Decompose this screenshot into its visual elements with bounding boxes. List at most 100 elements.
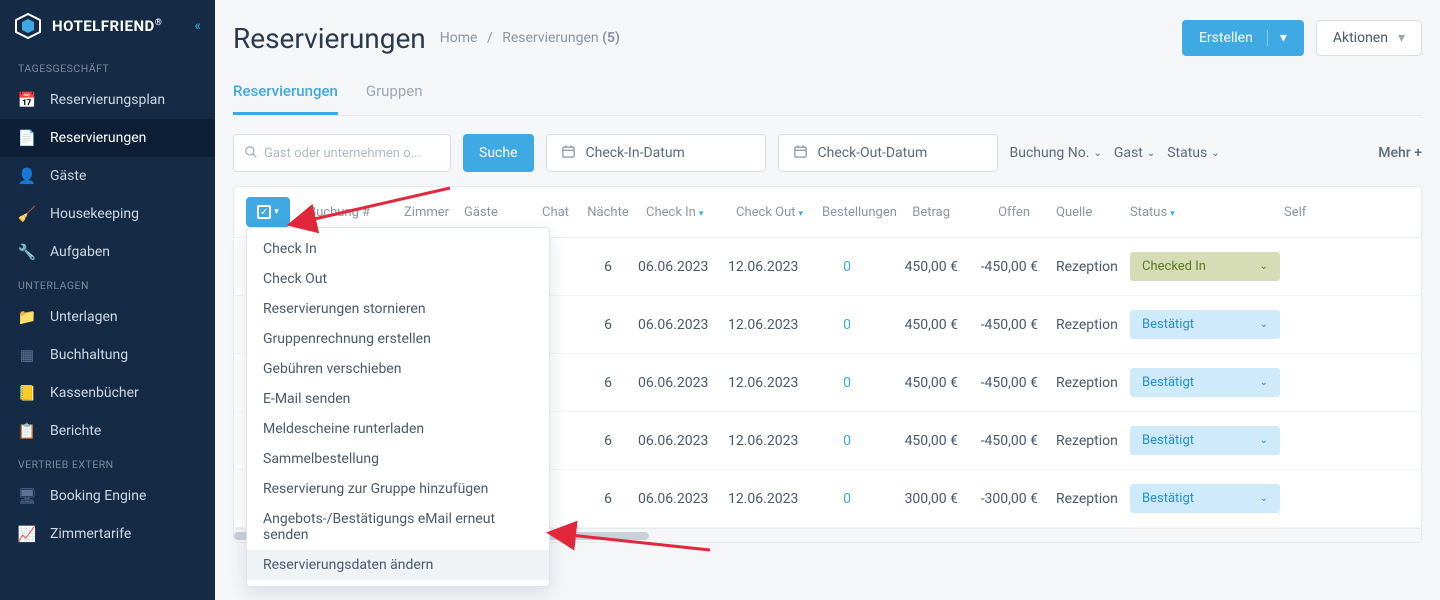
logo-icon bbox=[14, 12, 42, 40]
status-badge[interactable]: Checked In⌄ bbox=[1130, 252, 1280, 281]
th-chat[interactable]: Chat bbox=[534, 205, 578, 220]
th-booking[interactable]: Buchung # bbox=[300, 205, 396, 220]
filter-booking-no[interactable]: Buchung No.⌄ bbox=[1010, 145, 1102, 161]
sidebar-item-label: Berichte bbox=[50, 423, 101, 439]
cell-open: -450,00 € bbox=[958, 317, 1038, 333]
sidebar-item-label: Booking Engine bbox=[50, 488, 146, 504]
status-badge[interactable]: Bestätigt⌄ bbox=[1130, 368, 1280, 397]
sidebar-item-housekeeping[interactable]: 🧹 Housekeeping bbox=[0, 195, 215, 233]
sidebar-item-zimmertarife[interactable]: 📈Zimmertarife bbox=[0, 515, 215, 553]
chevron-down-icon: ⌄ bbox=[1260, 435, 1268, 446]
cell-amount: 450,00 € bbox=[880, 317, 958, 333]
page-title: Reservierungen bbox=[233, 22, 426, 55]
book-icon: 📒 bbox=[18, 384, 36, 402]
search-input-wrapper bbox=[233, 134, 451, 172]
calendar-icon bbox=[561, 144, 576, 163]
sidebar-item-aufgaben[interactable]: 🔧Aufgaben bbox=[0, 233, 215, 271]
tabs: Reservierungen Gruppen bbox=[233, 72, 1422, 116]
broom-icon: 🧹 bbox=[18, 205, 36, 223]
breadcrumb-home[interactable]: Home bbox=[440, 30, 478, 46]
bulk-action-item[interactable]: Sammelbestellung bbox=[247, 444, 549, 474]
th-checkin[interactable]: Check In bbox=[638, 205, 728, 220]
th-source[interactable]: Quelle bbox=[1038, 205, 1116, 220]
th-room[interactable]: Zimmer bbox=[396, 205, 456, 220]
th-guests[interactable]: Gäste bbox=[456, 205, 534, 220]
sidebar: HOTELFRIEND® « TAGESGESCHÄFT📅Reservierun… bbox=[0, 0, 215, 600]
cell-orders: 0 bbox=[814, 491, 880, 507]
filter-guest[interactable]: Gast⌄ bbox=[1114, 145, 1155, 161]
cell-orders: 0 bbox=[814, 317, 880, 333]
cell-source: Rezeption bbox=[1038, 491, 1116, 507]
th-nights[interactable]: Nächte bbox=[578, 205, 638, 220]
folder-icon: 📁 bbox=[18, 308, 36, 326]
cell-orders: 0 bbox=[814, 433, 880, 449]
chevron-down-icon: ▾ bbox=[1267, 30, 1287, 46]
page-header: Reservierungen Home / Reservierungen (5)… bbox=[233, 0, 1422, 64]
sidebar-item-label: Housekeeping bbox=[50, 206, 139, 222]
th-open[interactable]: Offen bbox=[958, 205, 1038, 220]
cell-amount: 450,00 € bbox=[880, 259, 958, 275]
cell-checkout: 12.06.2023 bbox=[728, 491, 814, 507]
bulk-action-item[interactable]: Reservierungen stornieren bbox=[247, 294, 549, 324]
bulk-action-item[interactable]: Meldescheine runterladen bbox=[247, 414, 549, 444]
clipboard-icon: 📋 bbox=[18, 422, 36, 440]
cell-checkin: 06.06.2023 bbox=[638, 259, 728, 275]
cell-nights: 6 bbox=[578, 433, 638, 449]
select-all-dropdown[interactable]: ✓▾ bbox=[246, 197, 290, 227]
create-button[interactable]: Erstellen▾ bbox=[1182, 20, 1304, 56]
collapse-icon[interactable]: « bbox=[194, 18, 201, 34]
sidebar-item-buchhaltung[interactable]: ▦Buchhaltung bbox=[0, 336, 215, 374]
sidebar-item-kassenbücher[interactable]: 📒 Kassenbücher bbox=[0, 374, 215, 412]
bulk-action-item[interactable]: Angebots-/Bestätigungs eMail erneut send… bbox=[247, 504, 549, 550]
sidebar-item-reservierungsplan[interactable]: 📅Reservierungsplan bbox=[0, 81, 215, 119]
sidebar-item-berichte[interactable]: 📋 Berichte bbox=[0, 412, 215, 450]
checkout-date-filter[interactable]: Check-Out-Datum bbox=[778, 134, 998, 172]
cell-source: Rezeption bbox=[1038, 259, 1116, 275]
tab-reservierungen[interactable]: Reservierungen bbox=[233, 72, 338, 115]
chevron-down-icon: ⌄ bbox=[1260, 377, 1268, 388]
filter-more[interactable]: Mehr + bbox=[1378, 145, 1422, 161]
sidebar-item-label: Reservierungsplan bbox=[50, 92, 165, 108]
bulk-action-item[interactable]: Check Out bbox=[247, 264, 549, 294]
status-badge[interactable]: Bestätigt⌄ bbox=[1130, 484, 1280, 513]
breadcrumb: Home / Reservierungen (5) bbox=[440, 30, 620, 46]
th-checkout[interactable]: Check Out bbox=[728, 205, 814, 220]
bulk-action-item[interactable]: Check In bbox=[247, 234, 549, 264]
bulk-action-item[interactable]: Gruppenrechnung erstellen bbox=[247, 324, 549, 354]
sidebar-item-gäste[interactable]: 👤Gäste bbox=[0, 157, 215, 195]
bulk-actions-dropdown: Check InCheck OutReservierungen stornier… bbox=[246, 227, 550, 587]
cell-checkout: 12.06.2023 bbox=[728, 375, 814, 391]
reservations-table: ✓▾ Buchung # Zimmer Gäste Chat Nächte Ch… bbox=[233, 186, 1422, 543]
cell-checkin: 06.06.2023 bbox=[638, 491, 728, 507]
actions-button[interactable]: Aktionen▾ bbox=[1316, 20, 1422, 56]
logo[interactable]: HOTELFRIEND® « bbox=[0, 0, 215, 54]
cell-checkin: 06.06.2023 bbox=[638, 375, 728, 391]
sidebar-item-label: Reservierungen bbox=[50, 130, 146, 146]
status-badge[interactable]: Bestätigt⌄ bbox=[1130, 310, 1280, 339]
bulk-action-item[interactable]: E-Mail senden bbox=[247, 384, 549, 414]
th-amount[interactable]: Betrag bbox=[880, 205, 958, 220]
cell-nights: 6 bbox=[578, 491, 638, 507]
bulk-action-item[interactable]: Reservierungsdaten ändern bbox=[247, 550, 549, 580]
checkin-date-filter[interactable]: Check-In-Datum bbox=[546, 134, 766, 172]
bulk-action-item[interactable]: Reservierung zur Gruppe hinzufügen bbox=[247, 474, 549, 504]
th-status[interactable]: Status bbox=[1116, 205, 1276, 220]
sidebar-item-reservierungen[interactable]: 📄Reservierungen bbox=[0, 119, 215, 157]
sidebar-item-label: Kassenbücher bbox=[50, 385, 139, 401]
search-input[interactable] bbox=[264, 146, 440, 161]
sidebar-item-label: Gäste bbox=[50, 168, 86, 184]
search-button[interactable]: Suche bbox=[463, 134, 534, 172]
cell-open: -450,00 € bbox=[958, 375, 1038, 391]
status-badge[interactable]: Bestätigt⌄ bbox=[1130, 426, 1280, 455]
sidebar-section-header: TAGESGESCHÄFT bbox=[0, 54, 215, 81]
sidebar-item-unterlagen[interactable]: 📁 Unterlagen bbox=[0, 298, 215, 336]
sidebar-item-label: Unterlagen bbox=[50, 309, 118, 325]
tab-gruppen[interactable]: Gruppen bbox=[366, 72, 423, 115]
bulk-action-item[interactable]: Gebühren verschieben bbox=[247, 354, 549, 384]
th-orders[interactable]: Bestellungen bbox=[814, 205, 880, 220]
th-self[interactable]: Self bbox=[1276, 205, 1316, 220]
filter-status[interactable]: Status⌄ bbox=[1167, 145, 1219, 161]
cell-nights: 6 bbox=[578, 259, 638, 275]
cell-source: Rezeption bbox=[1038, 317, 1116, 333]
sidebar-item-booking-engine[interactable]: 🖥Booking Engine bbox=[0, 477, 215, 515]
